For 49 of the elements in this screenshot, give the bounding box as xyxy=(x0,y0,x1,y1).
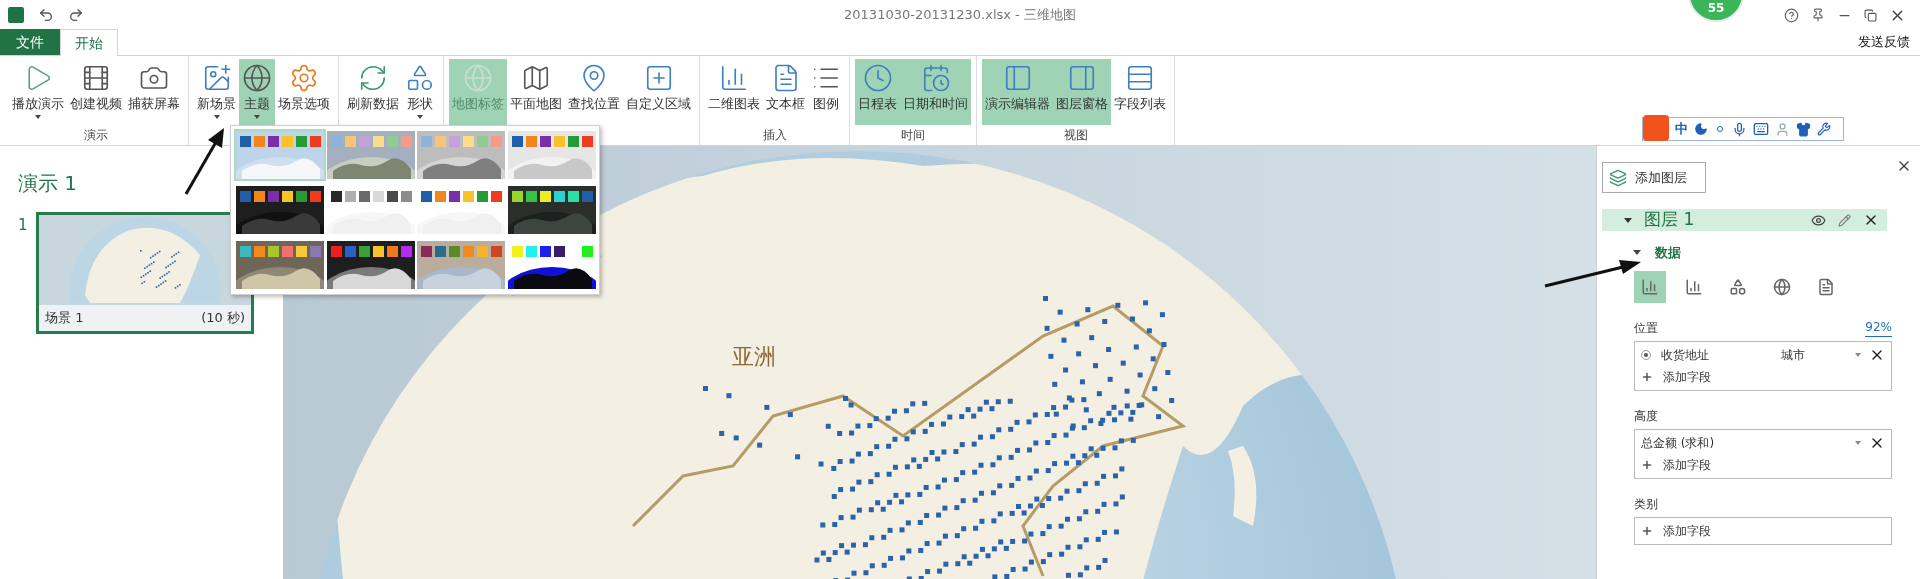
scene-number: 1 xyxy=(18,215,29,236)
input-mode-label[interactable]: 中 xyxy=(1675,119,1688,139)
ribbon-button[interactable]: 演示编辑器 xyxy=(982,59,1053,125)
well-label: 位置 xyxy=(1634,319,1658,337)
ribbon-button[interactable]: 图层窗格 xyxy=(1053,59,1111,125)
ribbon-button[interactable]: 刷新数据 xyxy=(344,59,402,125)
add-field-link[interactable]: 添加字段 xyxy=(1663,455,1711,474)
ribbon-button[interactable]: 文本框 xyxy=(763,59,808,125)
ribbon-button[interactable]: 日程表 xyxy=(855,59,900,125)
group-label: 视图 xyxy=(1063,127,1088,144)
ribbon-button[interactable]: 图例 xyxy=(808,59,844,125)
scene-duration: (10 秒) xyxy=(201,309,245,328)
layer-name: 图层 1 xyxy=(1644,208,1696,232)
add-field-link[interactable]: 添加字段 xyxy=(1663,521,1711,540)
ribbon-button[interactable]: 日期和时间 xyxy=(900,59,971,125)
group-label: 时间 xyxy=(901,127,925,144)
group-label: 插入 xyxy=(762,127,787,144)
well-label: 类别 xyxy=(1634,495,1658,513)
ribbon-tab[interactable]: 开始 xyxy=(60,29,118,56)
layer-header[interactable]: 图层 1 xyxy=(1602,209,1887,231)
scene-card[interactable]: 场景 1 (10 秒) xyxy=(36,212,254,334)
counter-badge: 55 xyxy=(1688,0,1744,22)
ribbon-button[interactable]: 播放演示 xyxy=(9,59,67,125)
ribbon-button[interactable]: 二维图表 xyxy=(705,59,763,125)
send-feedback-link[interactable]: 发送反馈 xyxy=(1858,31,1920,55)
ribbon-button[interactable]: 创建视频 xyxy=(67,59,125,125)
ribbon-button[interactable]: 自定义区域 xyxy=(623,59,694,125)
field-name: 总金额 (求和) xyxy=(1641,434,1716,452)
ribbon-button[interactable]: 捕获屏幕 xyxy=(125,59,183,125)
group-label: 演示 xyxy=(84,127,108,144)
match-percent-link[interactable]: 92% xyxy=(1865,317,1892,337)
file-tab[interactable]: 文件 xyxy=(0,29,60,55)
scene-name: 场景 1 xyxy=(45,309,84,328)
geo-type: 城市 xyxy=(1781,346,1806,364)
ribbon-button[interactable]: 新场景 xyxy=(194,59,239,125)
add-layer-button[interactable]: 添加图层 xyxy=(1602,162,1706,193)
window-title: 20131030-20131230.xlsx - 三维地图 xyxy=(844,6,1076,25)
tour-title: 演示 1 xyxy=(18,170,78,197)
ribbon-button[interactable]: 场景选项 xyxy=(275,59,333,125)
section-title[interactable]: 数据 xyxy=(1655,243,1681,263)
ribbon-button[interactable]: 主题 xyxy=(239,59,275,125)
well-label: 高度 xyxy=(1634,407,1658,425)
map-label: 亚洲 xyxy=(732,344,776,369)
add-field-link[interactable]: 添加字段 xyxy=(1663,367,1711,386)
ribbon-button[interactable]: 平面地图 xyxy=(507,59,565,125)
ribbon-button[interactable]: 字段列表 xyxy=(1111,59,1169,125)
ribbon-button[interactable]: 查找位置 xyxy=(565,59,623,125)
field-name: 收货地址 xyxy=(1661,346,1710,364)
ribbon-button[interactable]: 形状 xyxy=(402,59,438,125)
